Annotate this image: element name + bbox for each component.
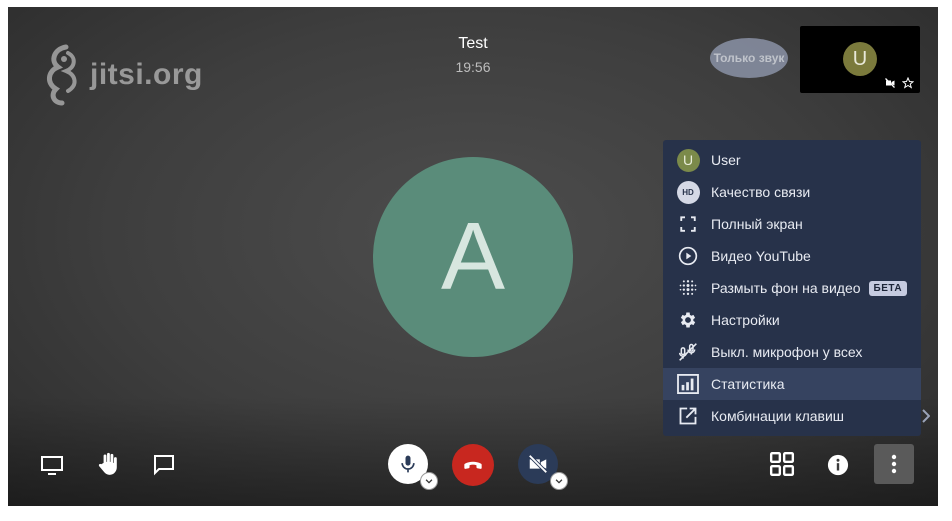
menu-item-label: Размыть фон на видео <box>711 280 861 296</box>
menu-item-label: Видео YouTube <box>711 248 811 264</box>
tile-view-icon <box>769 451 795 477</box>
raise-hand-button[interactable] <box>94 449 124 479</box>
conference-timer: 19:56 <box>455 59 491 75</box>
menu-item-label: Комбинации клавиш <box>711 408 845 424</box>
more-icon <box>891 454 897 474</box>
screen-share-icon <box>41 456 63 475</box>
info-button[interactable] <box>824 451 852 479</box>
chevron-right-icon <box>922 409 931 423</box>
video-off-icon <box>885 78 895 88</box>
menu-item-label: Качество связи <box>711 184 811 200</box>
conference-stage: jitsi.org Test 19:56 Только звук U A U U… <box>8 7 938 506</box>
microphone-options-button[interactable] <box>420 472 438 490</box>
blur-icon <box>679 280 697 295</box>
external-link-icon <box>679 407 697 425</box>
more-actions-button[interactable] <box>874 444 914 484</box>
stats-icon <box>677 374 699 394</box>
microphone-icon <box>401 455 415 473</box>
menu-item-fullscreen[interactable]: Полный экран <box>663 208 921 240</box>
chevron-down-icon <box>425 479 433 484</box>
audio-only-badge: Только звук <box>710 38 788 78</box>
menu-item-youtube[interactable]: Видео YouTube <box>663 240 921 272</box>
mute-everyone-icon <box>678 343 697 361</box>
menu-item-label: User <box>711 152 741 168</box>
chat-icon <box>154 455 174 476</box>
remote-participant-avatar: A <box>373 157 573 357</box>
menu-item-label: Статистика <box>711 376 785 392</box>
hd-icon: HD <box>676 180 700 204</box>
fullscreen-icon <box>680 216 696 232</box>
star-icon[interactable] <box>902 77 914 89</box>
local-video-thumbnail[interactable]: U <box>800 26 920 93</box>
menu-item-label: Полный экран <box>711 216 803 232</box>
menu-item-settings[interactable]: Настройки <box>663 304 921 336</box>
menu-item-label: Выкл. микрофон у всех <box>711 344 863 360</box>
camera-options-button[interactable] <box>550 472 568 490</box>
info-icon <box>827 454 849 476</box>
avatar: U <box>843 42 877 76</box>
hangup-icon <box>464 461 482 469</box>
raise-hand-icon <box>98 452 117 475</box>
play-icon <box>678 246 698 266</box>
menu-item-blur-background[interactable]: Размыть фон на видео БЕТА <box>663 272 921 304</box>
screen-share-button[interactable] <box>38 451 66 479</box>
gear-icon <box>680 312 696 328</box>
menu-item-user[interactable]: U User <box>663 144 921 176</box>
menu-item-keyboard-shortcuts[interactable]: Комбинации клавиш <box>663 400 921 432</box>
menu-item-statistics[interactable]: Статистика <box>663 368 921 400</box>
hangup-button[interactable] <box>452 444 494 486</box>
menu-item-connection-quality[interactable]: HD Качество связи <box>663 176 921 208</box>
chat-button[interactable] <box>150 451 178 479</box>
camera-off-icon <box>528 454 548 474</box>
menu-item-mute-everyone[interactable]: Выкл. микрофон у всех <box>663 336 921 368</box>
user-avatar: U <box>676 148 700 172</box>
beta-badge: БЕТА <box>868 280 908 296</box>
menu-submenu-arrow[interactable] <box>922 409 931 428</box>
conference-title: Test <box>458 35 488 52</box>
microphone-button[interactable] <box>388 444 438 490</box>
camera-button[interactable] <box>518 444 568 490</box>
tile-view-button[interactable] <box>768 450 796 478</box>
overflow-menu: U User HD Качество связи Полный экран Ви… <box>663 140 921 436</box>
menu-item-label: Настройки <box>711 312 780 328</box>
chevron-down-icon <box>555 479 563 484</box>
